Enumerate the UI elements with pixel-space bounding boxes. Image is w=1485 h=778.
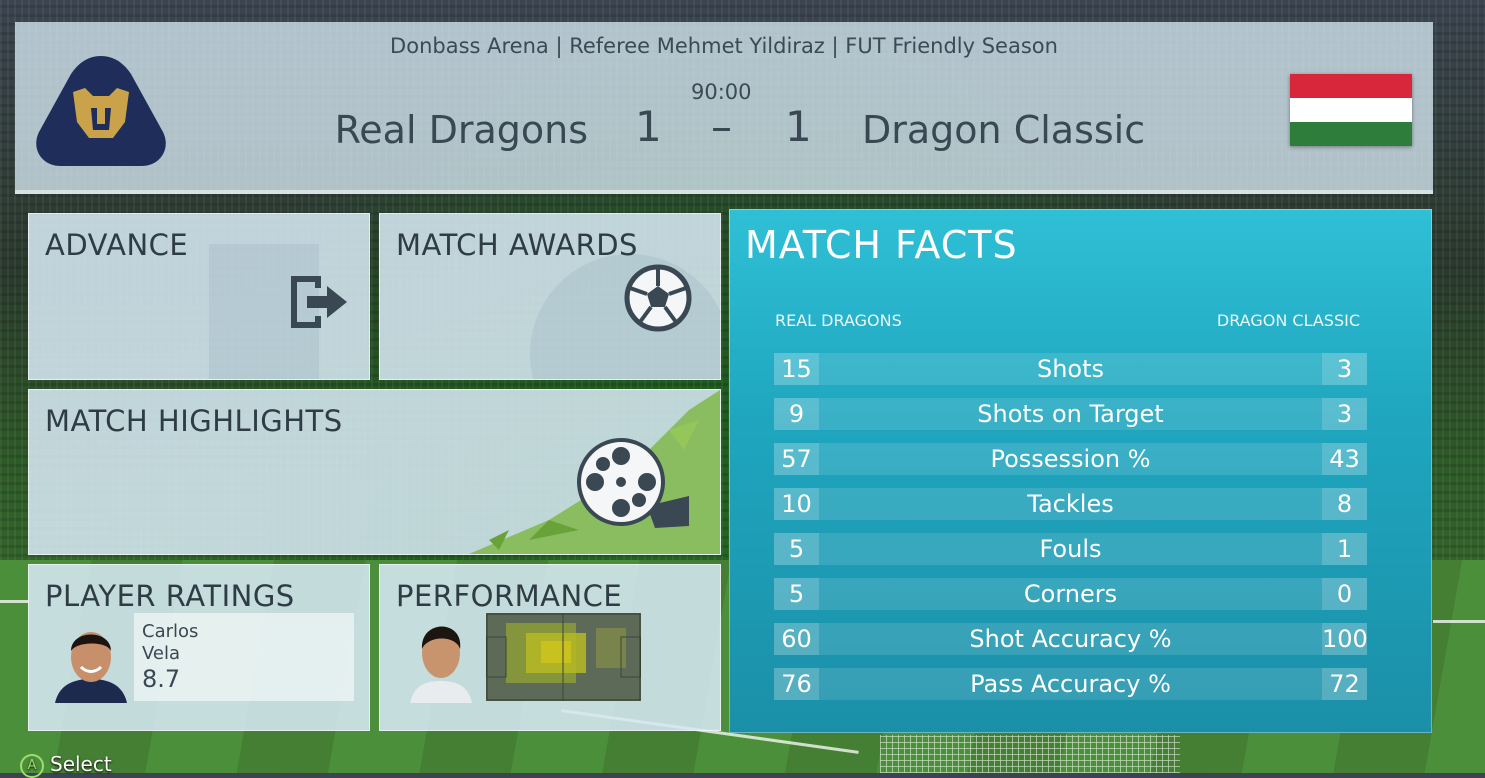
stat-label: Shots [1036,355,1105,383]
match-awards-tile[interactable]: MATCH AWARDS [379,213,721,380]
stat-label: Fouls [1039,535,1102,563]
match-awards-label: MATCH AWARDS [396,228,638,262]
stat-label: Tackles [1027,490,1114,518]
away-stat-value: 100 [1322,623,1368,655]
exit-arrow-icon [291,276,347,328]
home-stat-value: 5 [774,578,819,610]
match-subtitle: Donbass Arena | Referee Mehmet Yildiraz … [390,34,1058,58]
home-team-name: Real Dragons [334,108,588,152]
a-button-icon: A [20,753,44,778]
select-label: Select [50,752,112,776]
advance-tile[interactable]: ADVANCE [28,213,370,380]
player-ratings-label: PLAYER RATINGS [45,579,295,613]
away-stat-value: 43 [1322,443,1367,475]
stat-label: Possession % [990,445,1151,473]
home-stat-value: 57 [774,443,819,475]
home-stat-value: 5 [774,533,819,565]
player-first-name: Carlos [142,621,199,642]
stat-label: Shot Accuracy % [969,625,1172,653]
stat-row: Tackles 10 8 [774,488,1367,520]
match-facts-title: MATCH FACTS [745,223,1018,267]
away-stat-value: 0 [1322,578,1367,610]
performance-tile[interactable]: PERFORMANCE [379,564,721,731]
home-stat-value: 15 [774,353,819,385]
stat-row: Possession % 57 43 [774,443,1367,475]
stat-row: Shots on Target 9 3 [774,398,1367,430]
stat-row: Corners 5 0 [774,578,1367,610]
match-highlights-label: MATCH HIGHLIGHTS [45,404,343,438]
match-header: Donbass Arena | Referee Mehmet Yildiraz … [15,22,1433,194]
stat-row: Shots 15 3 [774,353,1367,385]
away-team-name: Dragon Classic [862,108,1146,152]
away-score: 1 [785,102,812,151]
match-clock: 90:00 [691,80,752,104]
player-avatar [410,626,472,703]
heatmap-icon [486,613,641,701]
goal-net [880,735,1180,773]
player-last-name: Vela [142,643,181,664]
player-avatar [55,632,127,703]
select-prompt[interactable]: A Select [20,752,112,778]
home-score: 1 [635,102,662,151]
stat-row: Pass Accuracy % 76 72 [774,668,1367,700]
away-stat-value: 3 [1322,398,1367,430]
soccer-ball-icon [624,264,692,332]
match-facts-panel: MATCH FACTS REAL DRAGONS DRAGON CLASSIC … [729,209,1432,733]
away-stat-value: 8 [1322,488,1367,520]
away-stat-value: 72 [1322,668,1367,700]
performance-label: PERFORMANCE [396,579,623,613]
player-rating-card: Carlos Vela 8.7 [134,613,354,701]
stat-row: Fouls 5 1 [774,533,1367,565]
away-team-header: DRAGON CLASSIC [1216,311,1360,330]
film-reel-icon [577,438,689,528]
home-stat-value: 60 [774,623,819,655]
puma-crest-icon [36,56,166,166]
score-separator: – [711,102,732,151]
player-ratings-tile[interactable]: PLAYER RATINGS Carlos Vela 8.7 [28,564,370,731]
away-stat-value: 3 [1322,353,1367,385]
hungary-flag-icon [1290,74,1412,146]
stat-label: Pass Accuracy % [970,670,1171,698]
away-stat-value: 1 [1322,533,1367,565]
home-stat-value: 76 [774,668,819,700]
player-rating: 8.7 [142,665,181,693]
stat-row: Shot Accuracy % 60 100 [774,623,1368,655]
home-stat-value: 10 [774,488,819,520]
match-highlights-tile[interactable]: MATCH HIGHLIGHTS [28,389,721,555]
home-team-header: REAL DRAGONS [775,311,902,330]
stat-label: Corners [1023,580,1118,608]
advance-label: ADVANCE [45,228,189,262]
home-stat-value: 9 [774,398,819,430]
stat-label: Shots on Target [977,400,1164,428]
